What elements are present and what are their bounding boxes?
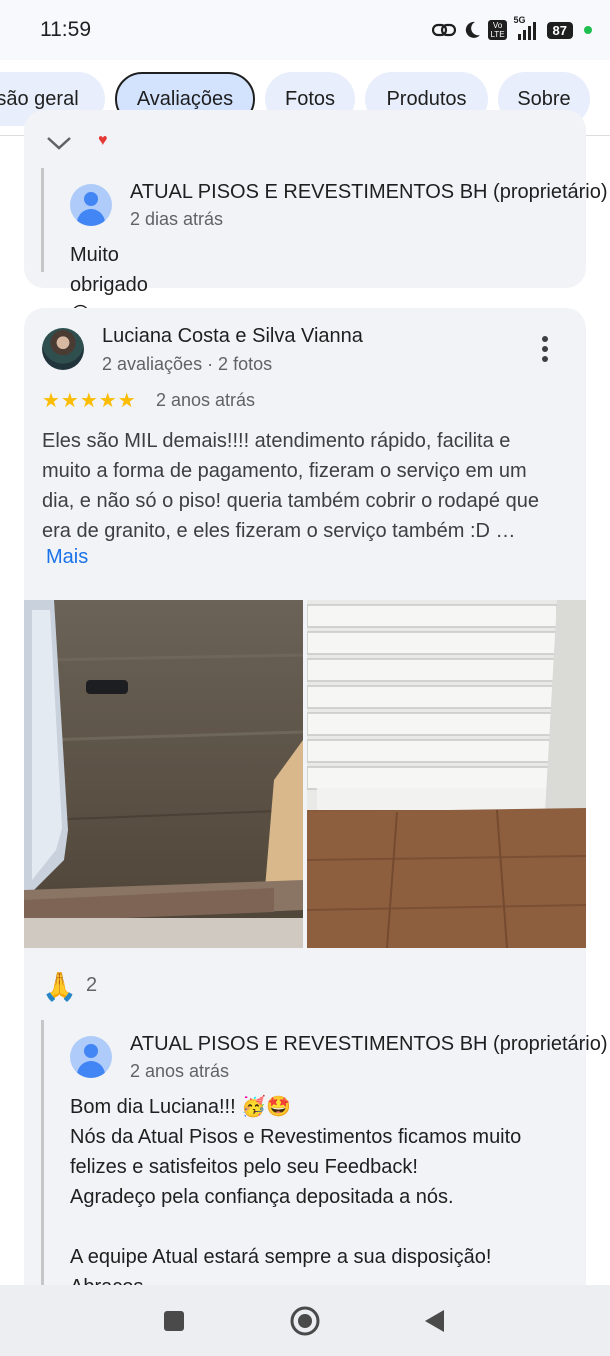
owner-name[interactable]: ATUAL PISOS E REVESTIMENTOS BH (propriet… xyxy=(130,181,608,204)
tab-overview-label: são geral xyxy=(0,87,79,110)
back-icon[interactable] xyxy=(424,1309,446,1333)
review-photo-2-image xyxy=(307,600,586,948)
tab-reviews-label: Avaliações xyxy=(136,87,234,110)
review-card: Luciana Costa e Silva Vianna 2 avaliaçõe… xyxy=(24,308,608,1310)
navigation-bar xyxy=(0,1285,610,1356)
link-icon xyxy=(432,23,457,37)
signal-icon: 5G xyxy=(514,15,540,41)
owner-reply-previous: ATUAL PISOS E REVESTIMENTOS BH (propriet… xyxy=(41,168,608,326)
review-photo-1[interactable] xyxy=(24,600,303,948)
volte-icon: Vo LTE xyxy=(488,20,507,40)
reply-time: 2 anos atrás xyxy=(130,1061,230,1081)
reviewer-name[interactable]: Luciana Costa e Silva Vianna xyxy=(102,325,363,348)
do-not-disturb-moon-icon xyxy=(466,21,481,38)
home-icon[interactable] xyxy=(289,1305,321,1337)
more-options-icon[interactable] xyxy=(540,334,550,364)
previous-review-card: ♥ ATUAL PISOS E REVESTIMENTOS BH (propri… xyxy=(24,110,608,326)
review-photo-1-image xyxy=(24,600,303,948)
tab-about-label: Sobre xyxy=(517,87,571,110)
star-rating: ★★★★★ xyxy=(42,390,137,412)
tab-photos-label: Fotos xyxy=(284,87,336,110)
battery-indicator: 87 xyxy=(546,21,573,39)
reaction-count: 2 xyxy=(86,974,98,996)
review-photo-2[interactable] xyxy=(307,600,586,948)
status-time: 11:59 xyxy=(40,18,91,41)
reply-text: Bom dia Luciana!!! 🥳🤩 Nós da Atual Pisos… xyxy=(70,1096,522,1298)
reviewer-avatar[interactable] xyxy=(42,328,84,370)
status-icons: Vo LTE 5G 87 xyxy=(432,15,592,42)
status-bar: 11:59 Vo LTE 5G 87 xyxy=(0,0,610,60)
recent-apps-icon[interactable] xyxy=(163,1310,185,1332)
reviewer-meta: 2 avaliações · 2 fotos xyxy=(102,354,273,374)
owner-avatar xyxy=(70,184,112,226)
review-time: 2 anos atrás xyxy=(156,390,256,410)
volte-line1: Vo xyxy=(492,21,503,30)
privacy-indicator-dot xyxy=(584,26,592,34)
more-link[interactable]: Mais xyxy=(46,546,88,569)
tab-products-label: Produtos xyxy=(386,87,467,110)
pray-reaction-icon[interactable]: 🙏 xyxy=(42,970,77,1003)
review-text: Eles são MIL demais!!!! atendimento rápi… xyxy=(42,430,539,542)
owner-reply: ATUAL PISOS E REVESTIMENTOS BH (propriet… xyxy=(41,1020,608,1310)
owner-name[interactable]: ATUAL PISOS E REVESTIMENTOS BH (propriet… xyxy=(130,1033,608,1056)
reply-time: 2 dias atrás xyxy=(130,209,224,229)
chevron-down-icon[interactable] xyxy=(46,136,72,150)
heart-reaction-icon: ♥ xyxy=(98,132,108,149)
volte-line2: LTE xyxy=(490,30,505,39)
owner-avatar xyxy=(70,1036,112,1078)
